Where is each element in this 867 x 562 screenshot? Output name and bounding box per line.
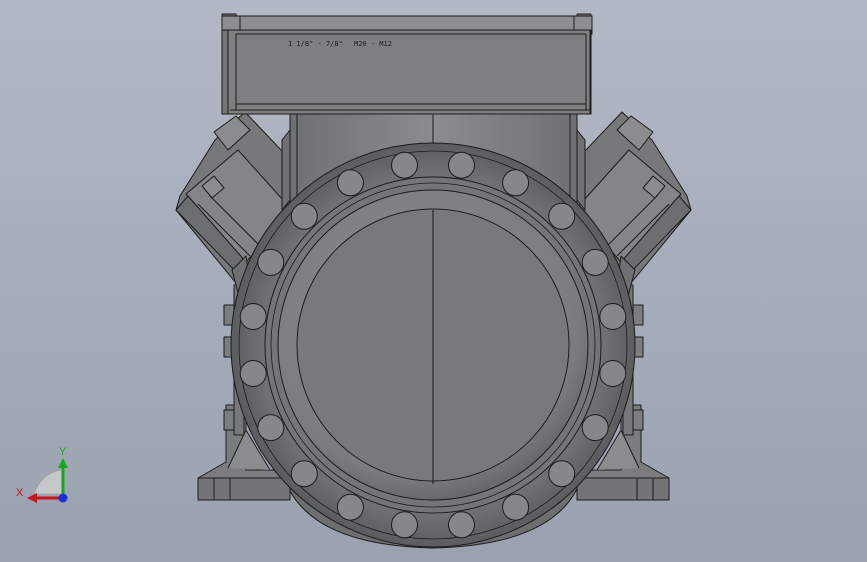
flange-bolt[interactable] bbox=[599, 303, 627, 330]
flange-bolt[interactable] bbox=[290, 202, 318, 230]
flange-bolt[interactable] bbox=[336, 493, 364, 521]
label-thread-metric: M20 - M12 bbox=[354, 40, 392, 48]
flange-bolt[interactable] bbox=[257, 248, 285, 276]
flange-bolt[interactable] bbox=[502, 493, 530, 521]
flange-bolt[interactable] bbox=[391, 511, 418, 539]
flange-bolt[interactable] bbox=[336, 169, 364, 197]
triad-y-arrow bbox=[58, 458, 68, 468]
flange-bolt[interactable] bbox=[581, 414, 609, 442]
flange-bolt[interactable] bbox=[448, 511, 475, 539]
graphics-viewport[interactable]: 1 1/8" - 7/8" M20 - M12 Y X bbox=[0, 0, 867, 562]
coordinate-triad: Y X bbox=[16, 446, 68, 503]
flange-bolt[interactable] bbox=[257, 414, 285, 442]
triad-z-axis bbox=[58, 493, 68, 503]
triad-cone bbox=[33, 469, 63, 495]
flange-bolt[interactable] bbox=[581, 248, 609, 276]
flange-bolt[interactable] bbox=[239, 303, 267, 330]
flange-bolt[interactable] bbox=[391, 151, 418, 179]
triad-y-label: Y bbox=[59, 446, 67, 458]
top-head-cover bbox=[221, 13, 593, 115]
flange-bolt[interactable] bbox=[239, 360, 267, 387]
label-thread-inch: 1 1/8" - 7/8" bbox=[288, 40, 343, 48]
triad-x-label: X bbox=[16, 487, 24, 499]
flange-bolt[interactable] bbox=[599, 360, 627, 387]
flange-bolt[interactable] bbox=[502, 169, 530, 197]
triad-x-arrow bbox=[27, 493, 37, 503]
flange-bolt[interactable] bbox=[548, 202, 576, 230]
compressor-model[interactable]: 1 1/8" - 7/8" M20 - M12 Y X bbox=[0, 0, 867, 562]
flange-bolt[interactable] bbox=[548, 460, 576, 488]
flange-bolt[interactable] bbox=[448, 151, 475, 179]
flange-bolt[interactable] bbox=[290, 460, 318, 488]
